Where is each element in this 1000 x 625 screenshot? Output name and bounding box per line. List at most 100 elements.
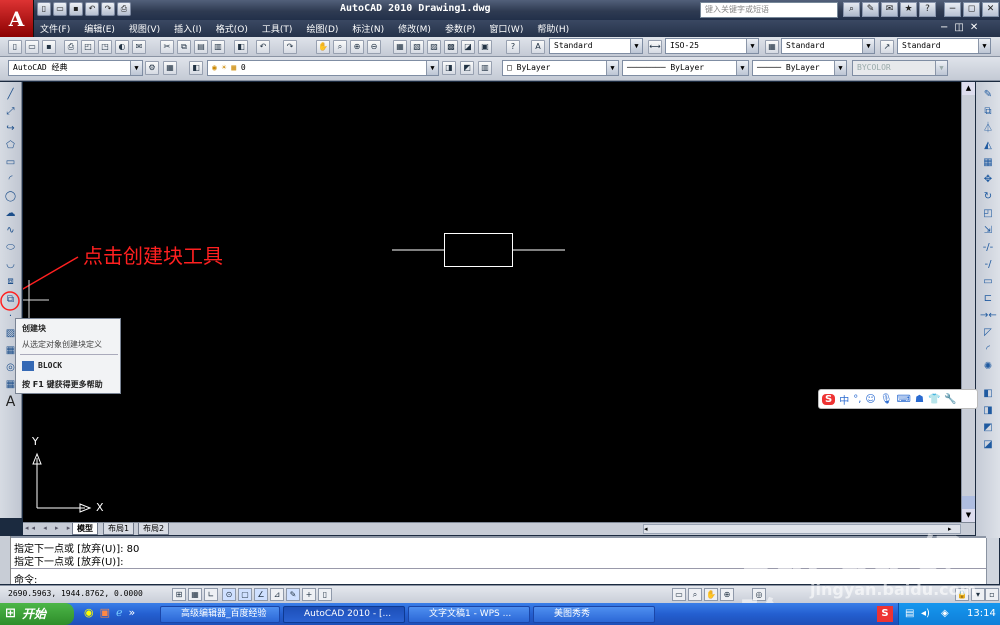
break-point-icon[interactable]: ▭	[980, 275, 996, 289]
copy-object-icon[interactable]: ⧉	[980, 105, 996, 119]
menu-parametric[interactable]: 参数(P)	[445, 22, 475, 35]
quick-view-icon[interactable]: ⌕	[688, 588, 702, 601]
rectangle-icon[interactable]: ▭	[3, 156, 18, 170]
ducs-icon[interactable]: ⊿	[270, 588, 284, 601]
menu-view[interactable]: 视图(V)	[129, 22, 160, 35]
security-icon[interactable]: ◈	[941, 603, 949, 625]
trim-icon[interactable]: -/-	[980, 241, 996, 255]
communication-icon[interactable]: ✉	[881, 2, 898, 17]
join-icon[interactable]: →←	[980, 309, 997, 323]
text-style-icon[interactable]: A	[531, 40, 545, 54]
redo-icon[interactable]: ↷	[101, 2, 115, 16]
undo-icon[interactable]: ↶	[85, 2, 99, 16]
transmit-icon[interactable]: ✉	[132, 40, 146, 54]
scroll-left-icon[interactable]: ◂	[644, 525, 648, 533]
break-icon[interactable]: ⊏	[980, 292, 996, 306]
tab-layout2[interactable]: 布局2	[138, 523, 170, 535]
search-input[interactable]: 键入关键字或短语	[700, 2, 838, 18]
insert-block-icon[interactable]: ⧈	[3, 275, 18, 289]
explode-icon[interactable]: ✺	[980, 360, 996, 374]
snap-icon[interactable]: ⊞	[172, 588, 186, 601]
ime-mode[interactable]: 中	[839, 392, 849, 407]
minimize-button[interactable]: −	[944, 2, 961, 17]
pan-icon[interactable]: ✋	[316, 40, 330, 54]
coordinates-readout[interactable]: 2690.5963, 1944.8762, 0.0000	[8, 589, 143, 598]
multileader-style-select[interactable]: Standard ▼	[897, 38, 991, 54]
3dprint-icon[interactable]: ◐	[115, 40, 129, 54]
arc-icon[interactable]: ◜	[3, 173, 18, 187]
clock[interactable]: 13:14	[967, 603, 996, 625]
tool-palettes-icon[interactable]: ▨	[427, 40, 441, 54]
emoji-icon[interactable]: ☺	[865, 394, 875, 405]
qp-icon[interactable]: ▯	[318, 588, 332, 601]
revcloud-icon[interactable]: ☁	[3, 207, 18, 221]
start-button[interactable]: ⊞ 开始	[0, 603, 74, 625]
erase-icon[interactable]: ✎	[980, 88, 996, 102]
settings-wrench-icon[interactable]: 🔧	[944, 394, 956, 405]
move-icon[interactable]: ✥	[980, 173, 996, 187]
properties-icon[interactable]: ▦	[393, 40, 407, 54]
layer-previous-icon[interactable]: ◩	[460, 61, 474, 75]
circle-icon[interactable]: ◯	[3, 190, 18, 204]
menu-edit[interactable]: 编辑(E)	[84, 22, 115, 35]
layer-select[interactable]: ◉ ☀ ▦ 0 ▼	[207, 60, 439, 76]
scroll-up-icon[interactable]: ▲	[962, 82, 975, 95]
volume-icon[interactable]: ◂)	[921, 603, 930, 625]
plot-icon[interactable]: ⎙	[117, 2, 131, 16]
menu-window[interactable]: 窗口(W)	[489, 22, 523, 35]
paste-icon[interactable]: ▤	[194, 40, 208, 54]
menu-help[interactable]: 帮助(H)	[537, 22, 569, 35]
menu-insert[interactable]: 插入(I)	[174, 22, 202, 35]
dim-style-icon[interactable]: ⟷	[648, 40, 662, 54]
zoom-previous-icon[interactable]: ⊖	[367, 40, 381, 54]
zoom-window-icon[interactable]: ⊕	[350, 40, 364, 54]
stretch-icon[interactable]: ⇲	[980, 224, 996, 238]
workspace-select[interactable]: AutoCAD 经典 ▼	[8, 60, 143, 76]
multiline-text-icon[interactable]: A	[3, 395, 18, 409]
tab-layout1[interactable]: 布局1	[103, 523, 135, 535]
dim-style-select[interactable]: ISO-25 ▼	[665, 38, 759, 54]
taskbar-window-3[interactable]: 文字文稿1 - WPS ...	[408, 606, 530, 623]
binoculars-icon[interactable]: ⌕	[843, 2, 860, 17]
linetype-select[interactable]: ──────── ByLayer ▼	[622, 60, 749, 76]
menu-format[interactable]: 格式(O)	[216, 22, 248, 35]
open-file-icon[interactable]: ▭	[25, 40, 39, 54]
copy-icon[interactable]: ⧉	[177, 40, 191, 54]
scroll-thumb[interactable]	[962, 496, 975, 509]
help-icon[interactable]: ?	[919, 2, 936, 17]
osnap-icon[interactable]: ▢	[238, 588, 252, 601]
workspace-settings-icon[interactable]: ⚙	[145, 61, 159, 75]
doc-minimize-icon[interactable]: −	[940, 22, 948, 33]
close-button[interactable]: ✕	[982, 2, 999, 17]
punctuation-icon[interactable]: °,	[853, 394, 861, 405]
design-center-icon[interactable]: ▧	[410, 40, 424, 54]
color-select[interactable]: □ ByLayer ▼	[502, 60, 619, 76]
bring-front-icon[interactable]: ◨	[980, 404, 996, 418]
send-back-icon[interactable]: ◩	[980, 421, 996, 435]
undo-toolbar-icon[interactable]: ↶	[256, 40, 270, 54]
ellipse-icon[interactable]: ⬭	[3, 241, 18, 255]
redo-toolbar-icon[interactable]: ↷	[283, 40, 297, 54]
voice-icon[interactable]: 🎙	[880, 394, 893, 405]
otrack-icon[interactable]: ∠	[254, 588, 268, 601]
command-prompt[interactable]: 命令:	[14, 571, 37, 586]
print-icon[interactable]: ⎙	[64, 40, 78, 54]
menu-draw[interactable]: 绘图(D)	[306, 22, 338, 35]
lwt-icon[interactable]: +	[302, 588, 316, 601]
menu-tools[interactable]: 工具(T)	[262, 22, 293, 35]
open-icon[interactable]: ▭	[53, 2, 67, 16]
new-icon[interactable]: ▯	[37, 2, 51, 16]
layer-properties-icon[interactable]: ◧	[189, 61, 203, 75]
vertical-scrollbar[interactable]: ▲ ▼	[961, 82, 975, 522]
ie-icon[interactable]: ℯ	[116, 606, 123, 619]
zoom-realtime-icon[interactable]: ⌕	[333, 40, 347, 54]
taskbar-window-2[interactable]: AutoCAD 2010 - [...	[283, 606, 405, 623]
skin-icon[interactable]: 👕	[928, 394, 940, 405]
table-style-icon[interactable]: ▦	[765, 40, 779, 54]
app-menu-button[interactable]: A	[0, 0, 34, 37]
scale-icon[interactable]: ◰	[980, 207, 996, 221]
offset-icon[interactable]: ◭	[980, 139, 996, 153]
polyline-icon[interactable]: ↪	[3, 122, 18, 136]
network-icon[interactable]: ▤	[905, 603, 914, 625]
taskbar-window-1[interactable]: 高级编辑器_百度经验	[160, 606, 280, 623]
